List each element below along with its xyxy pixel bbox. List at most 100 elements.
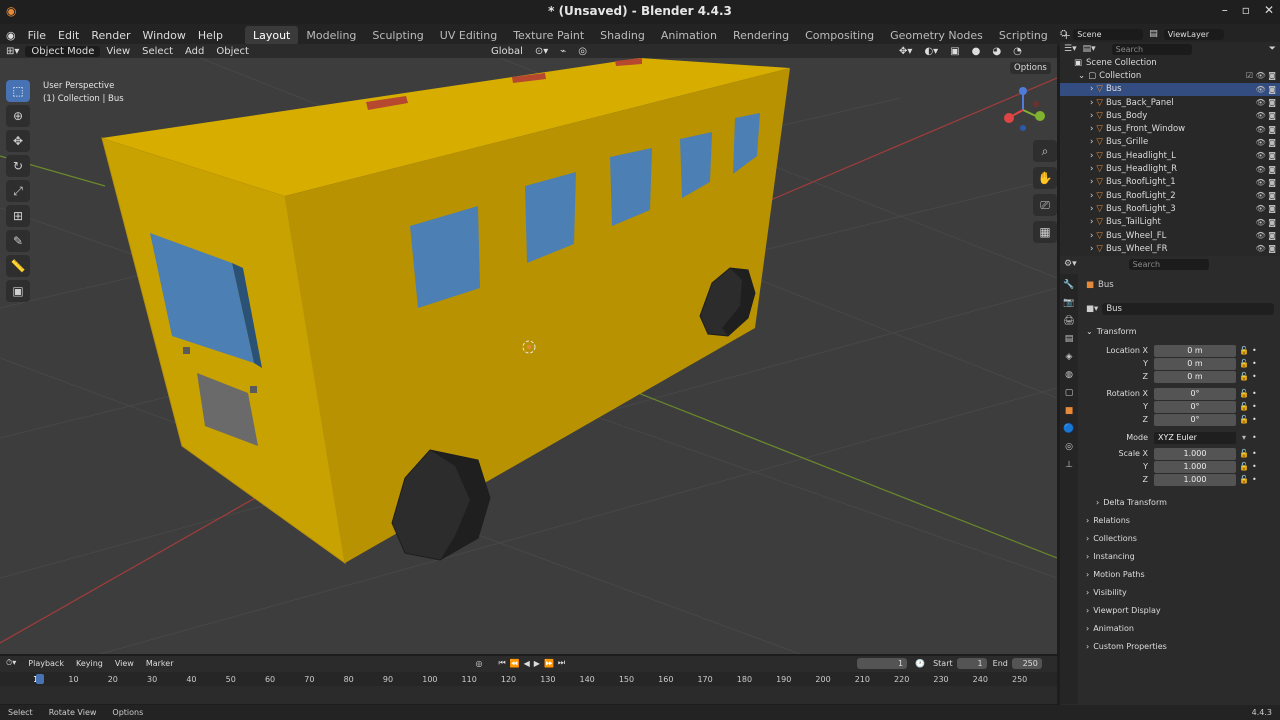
lock-icon[interactable]: 🔓 — [1236, 372, 1252, 381]
display-mode-icon[interactable]: ▤▾ — [1083, 44, 1096, 54]
object-visibility-icons[interactable]: 👁 ◙ — [1256, 85, 1276, 94]
lock-icon[interactable]: 🔓 — [1236, 462, 1252, 471]
object-visibility-icons[interactable]: 👁 ◙ — [1256, 125, 1276, 134]
tab-scripting[interactable]: Scripting — [991, 26, 1056, 45]
transform-orientation-dropdown[interactable]: Global — [485, 46, 529, 57]
timeline-menu-playback[interactable]: Playback — [22, 659, 70, 668]
outliner-object-row[interactable]: › ▽ Bus_RoofLight_3 👁 ◙ — [1060, 202, 1280, 215]
select-box-tool-icon[interactable]: ⬚ — [6, 80, 30, 102]
expand-arrow-icon[interactable]: › — [1090, 84, 1093, 94]
outliner-object-row[interactable]: › ▽ Bus_TailLight 👁 ◙ — [1060, 216, 1280, 229]
expand-arrow-icon[interactable]: › — [1090, 111, 1093, 121]
move-tool-icon[interactable]: ✥ — [6, 130, 30, 152]
object-name-field[interactable]: Bus — [1102, 303, 1274, 315]
object-visibility-icons[interactable]: 👁 ◙ — [1256, 98, 1276, 107]
tab-layout[interactable]: Layout — [244, 25, 299, 45]
outliner-object-row[interactable]: › ▽ Bus_Back_Panel 👁 ◙ — [1060, 96, 1280, 109]
timeline-editor-icon[interactable]: ⏱▾ — [0, 658, 22, 668]
xray-icon[interactable]: ▣ — [944, 46, 965, 57]
bus-tail-light-right[interactable] — [250, 386, 257, 393]
object-visibility-icons[interactable]: 👁 ◙ — [1256, 165, 1276, 174]
outliner-search[interactable]: Search — [1111, 43, 1192, 55]
timeline-menu-keying[interactable]: Keying — [70, 659, 109, 668]
next-keyframe-icon[interactable]: ⏩ — [544, 659, 554, 668]
expand-arrow-icon[interactable]: › — [1090, 204, 1093, 214]
viewport-menu-object[interactable]: Object — [210, 46, 255, 57]
3d-viewport[interactable]: User Perspective (1) Collection | Bus Op… — [0, 58, 1057, 654]
world-tab-icon[interactable]: ◍ — [1063, 370, 1075, 382]
measure-tool-icon[interactable]: 📏 — [6, 255, 30, 277]
rotation-x-field[interactable]: 0° — [1154, 387, 1236, 400]
expand-arrow-icon[interactable]: › — [1090, 124, 1093, 134]
keyframe-dot-icon[interactable]: • — [1252, 475, 1257, 484]
object-visibility-icons[interactable]: 👁 ◙ — [1256, 244, 1276, 253]
properties-editor-icon[interactable]: ⚙▾ — [1064, 259, 1077, 269]
location-x-field[interactable]: 0 m — [1154, 344, 1236, 357]
keyframe-dot-icon[interactable]: • — [1252, 415, 1257, 424]
options-button[interactable]: Options — [1010, 62, 1051, 74]
close-button[interactable]: ✕ — [1264, 3, 1274, 17]
object-visibility-icons[interactable]: 👁 ◙ — [1256, 231, 1276, 240]
rotation-y-field[interactable]: 0° — [1154, 400, 1236, 413]
lock-icon[interactable]: 🔓 — [1236, 449, 1252, 458]
cursor-tool-icon[interactable]: ⊕ — [6, 105, 30, 127]
lock-icon[interactable]: 🔓 — [1236, 415, 1252, 424]
menu-render[interactable]: Render — [85, 29, 136, 42]
tool-tab-icon[interactable]: 🔧 — [1063, 280, 1075, 292]
tab-compositing[interactable]: Compositing — [797, 26, 882, 45]
camera-view-icon[interactable]: ⎚ — [1033, 194, 1057, 216]
tab-animation[interactable]: Animation — [653, 26, 725, 45]
playhead[interactable] — [36, 674, 44, 684]
instancing-section[interactable]: › Instancing — [1086, 548, 1274, 564]
lock-icon[interactable]: 🔓 — [1236, 475, 1252, 484]
object-visibility-icons[interactable]: 👁 ◙ — [1256, 138, 1276, 147]
object-visibility-icons[interactable]: 👁 ◙ — [1256, 178, 1276, 187]
scene-collection-row[interactable]: ▣ Scene Collection — [1060, 56, 1280, 69]
tab-uv-editing[interactable]: UV Editing — [432, 26, 505, 45]
shading-solid-icon[interactable]: ● — [966, 46, 987, 57]
expand-arrow-icon[interactable]: › — [1090, 98, 1093, 108]
output-tab-icon[interactable]: 🖨 — [1063, 316, 1075, 328]
pivot-icon[interactable]: ⊙▾ — [529, 46, 554, 57]
outliner-object-row[interactable]: › ▽ Bus_Wheel_FR 👁 ◙ — [1060, 242, 1280, 255]
timeline-menu-marker[interactable]: Marker — [140, 659, 180, 668]
keyframe-dot-icon[interactable]: • — [1252, 402, 1257, 411]
expand-arrow-icon[interactable]: › — [1090, 244, 1093, 254]
scale-x-field[interactable]: 1.000 — [1154, 447, 1236, 460]
object-visibility-icons[interactable]: 👁 ◙ — [1256, 111, 1276, 120]
scene-tab-icon[interactable]: ◈ — [1063, 352, 1075, 364]
expand-arrow-icon[interactable]: › — [1090, 164, 1093, 174]
lock-icon[interactable]: 🔓 — [1236, 346, 1252, 355]
snap-icon[interactable]: ⌁ — [554, 46, 572, 57]
collection-visibility-icons[interactable]: ☑ 👁 ◙ — [1246, 71, 1276, 80]
pan-hand-icon[interactable]: ✋ — [1033, 167, 1057, 189]
add-cube-tool-icon[interactable]: ▣ — [6, 280, 30, 302]
menu-help[interactable]: Help — [192, 29, 229, 42]
expand-arrow-icon[interactable]: › — [1090, 177, 1093, 187]
delta-transform-section[interactable]: › Delta Transform — [1096, 494, 1280, 510]
outliner-object-row[interactable]: › ▽ Bus_RoofLight_1 👁 ◙ — [1060, 176, 1280, 189]
expand-arrow-icon[interactable]: › — [1090, 191, 1093, 201]
viewport-menu-select[interactable]: Select — [136, 46, 179, 57]
relations-section[interactable]: › Relations — [1086, 512, 1274, 528]
menu-window[interactable]: Window — [137, 29, 192, 42]
collection-tab-icon[interactable]: ▢ — [1063, 388, 1075, 400]
timeline-ruler[interactable]: 1102030405060708090100110120130140150160… — [0, 672, 1057, 686]
play-reverse-icon[interactable]: ◀ — [524, 659, 530, 668]
outliner-object-row[interactable]: › ▽ Bus_Front_Window 👁 ◙ — [1060, 122, 1280, 135]
location-z-field[interactable]: 0 m — [1154, 370, 1236, 383]
view-layer-tab-icon[interactable]: ▤ — [1063, 334, 1075, 346]
keyframe-dot-icon[interactable]: • — [1252, 449, 1257, 458]
viewlayer-field[interactable]: ViewLayer — [1163, 28, 1224, 40]
keyframe-dot-icon[interactable]: • — [1252, 462, 1257, 471]
outliner-object-row[interactable]: › ▽ Bus_Body 👁 ◙ — [1060, 109, 1280, 122]
tab-rendering[interactable]: Rendering — [725, 26, 797, 45]
expand-arrow-icon[interactable]: › — [1090, 231, 1093, 241]
start-frame-field[interactable]: 1 — [956, 657, 987, 669]
timeline-menu-view[interactable]: View — [109, 659, 140, 668]
rotate-tool-icon[interactable]: ↻ — [6, 155, 30, 177]
menu-file[interactable]: File — [22, 29, 52, 42]
keyframe-dot-icon[interactable]: • — [1252, 433, 1257, 442]
shading-material-icon[interactable]: ◕ — [986, 46, 1007, 57]
visibility-section[interactable]: › Visibility — [1086, 584, 1274, 600]
